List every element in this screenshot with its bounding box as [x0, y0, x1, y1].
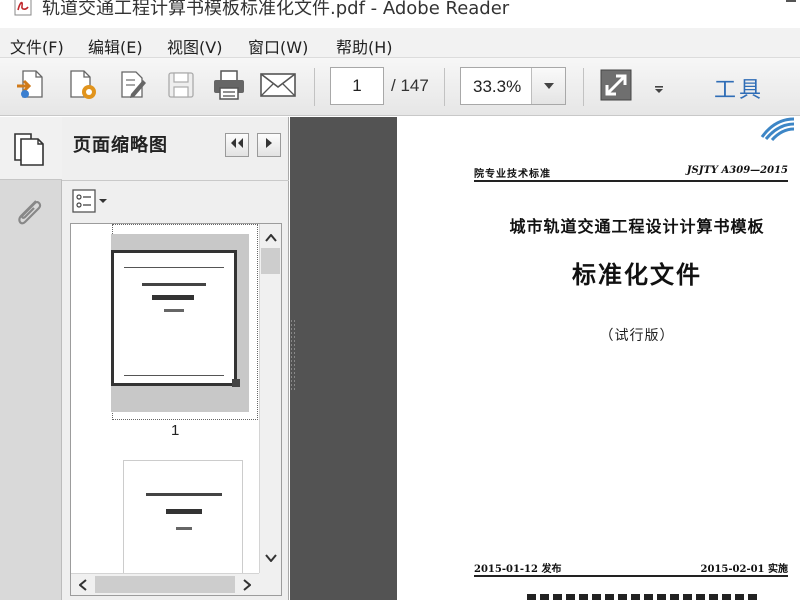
chevron-right-icon — [264, 137, 274, 153]
thumbnail-page-image — [111, 250, 240, 387]
vertical-scrollbar[interactable] — [259, 224, 281, 574]
chevron-down-icon — [654, 82, 664, 98]
doc-issuer-line — [527, 594, 757, 600]
document-page: 院专业技术标准 JSJTY A309—2015 城市轨道交通工程设计计算书模板 … — [397, 117, 800, 600]
doc-header-left: 院专业技术标准 — [474, 169, 551, 180]
toolbar: / 147 33.3% 工具 — [0, 58, 800, 116]
zoom-value: 33.3% — [473, 77, 522, 96]
thumbnail-list: 1 — [70, 223, 282, 596]
page-thumbnails-tab[interactable] — [0, 117, 62, 180]
page-total-label: / 147 — [391, 76, 429, 95]
thumbnails-panel: 页面缩略图 1 — [62, 117, 289, 600]
menu-edit[interactable]: 编辑(E) — [88, 34, 143, 58]
doc-title-line-2: 标准化文件 — [572, 260, 702, 289]
email-icon — [259, 70, 297, 104]
vertical-scroll-thumb[interactable] — [261, 248, 280, 274]
thumbnail-page-label: 1 — [171, 422, 180, 439]
doc-publish-date: 2015-01-12 发布 — [474, 564, 562, 575]
panel-divider — [62, 180, 289, 181]
zoom-dropdown-button[interactable] — [531, 68, 565, 104]
email-button[interactable] — [260, 69, 296, 105]
scroll-up-icon[interactable] — [265, 230, 277, 246]
panel-title: 页面缩略图 — [73, 135, 168, 156]
thumb-title-line — [146, 493, 222, 496]
minimize-button[interactable] — [786, 0, 796, 2]
menu-window[interactable]: 窗口(W) — [248, 34, 308, 58]
scroll-right-icon[interactable] — [243, 579, 252, 595]
doc-header-rule — [474, 180, 788, 182]
scrollbar-corner — [259, 573, 281, 595]
thumb-footer-line — [124, 375, 224, 376]
save-button[interactable] — [163, 69, 199, 105]
save-icon — [165, 69, 197, 105]
toolbar-more-dropdown[interactable] — [654, 82, 664, 98]
print-icon — [211, 68, 247, 106]
menu-view[interactable]: 视图(V) — [167, 34, 222, 58]
export-icon — [65, 68, 99, 106]
horizontal-scroll-thumb[interactable] — [95, 576, 235, 593]
toolbar-separator — [314, 68, 315, 106]
create-pdf-button[interactable] — [14, 69, 50, 105]
horizontal-scrollbar[interactable] — [71, 573, 261, 595]
doc-subtitle: （试行版） — [599, 328, 675, 344]
sign-button[interactable] — [114, 69, 150, 105]
collapse-panel-button[interactable] — [225, 133, 249, 157]
zoom-select[interactable]: 33.3% — [460, 67, 566, 105]
doc-footer-rule — [474, 575, 788, 577]
create-pdf-icon — [15, 68, 49, 106]
thumb-subtitle-line — [176, 527, 192, 530]
thumbnail-page-1[interactable] — [111, 234, 249, 412]
thumb-subtitle-line — [164, 309, 184, 312]
print-button[interactable] — [211, 69, 247, 105]
menu-help[interactable]: 帮助(H) — [336, 34, 393, 58]
thumbnail-options-button[interactable] — [72, 189, 112, 213]
thumb-header-line — [124, 267, 224, 268]
doc-header-right: JSJTY A309—2015 — [686, 165, 788, 176]
menu-file[interactable]: 文件(F) — [10, 34, 64, 58]
fit-page-button[interactable] — [598, 69, 634, 105]
export-button[interactable] — [64, 69, 100, 105]
tools-button[interactable]: 工具 — [714, 72, 764, 104]
expand-panel-button[interactable] — [257, 133, 281, 157]
panel-splitter-handle[interactable] — [290, 320, 296, 392]
thumb-heading-line — [152, 295, 194, 300]
pages-icon — [12, 131, 46, 171]
menu-bar: 文件(F) 编辑(E) 视图(V) 窗口(W) 帮助(H) — [0, 28, 800, 58]
toolbar-separator — [583, 68, 584, 106]
title-bar: 轨道交通工程计算书模板标准化文件.pdf - Adobe Reader — [0, 0, 800, 28]
scroll-down-icon[interactable] — [265, 550, 277, 566]
navigation-pane — [0, 117, 62, 600]
doc-effective-date: 2015-02-01 实施 — [700, 564, 788, 575]
thumb-title-line — [142, 283, 206, 286]
thumbnail-options-icon — [72, 189, 112, 217]
thumb-corner-handle — [232, 379, 240, 387]
attachment-icon[interactable] — [12, 195, 46, 235]
double-chevron-left-icon — [229, 137, 245, 153]
document-view[interactable]: 院专业技术标准 JSJTY A309—2015 城市轨道交通工程设计计算书模板 … — [290, 117, 800, 600]
doc-title-line-1: 城市轨道交通工程设计计算书模板 — [509, 217, 765, 236]
window-title: 轨道交通工程计算书模板标准化文件.pdf - Adobe Reader — [42, 0, 510, 19]
chevron-down-icon — [543, 78, 555, 94]
logo-icon — [760, 117, 796, 145]
fit-page-icon — [599, 68, 633, 106]
toolbar-separator — [444, 68, 445, 106]
scroll-left-icon[interactable] — [78, 579, 87, 595]
sign-icon — [115, 68, 149, 106]
pdf-file-icon — [12, 0, 34, 16]
page-number-input[interactable] — [330, 67, 384, 105]
thumb-heading-line — [166, 509, 202, 514]
